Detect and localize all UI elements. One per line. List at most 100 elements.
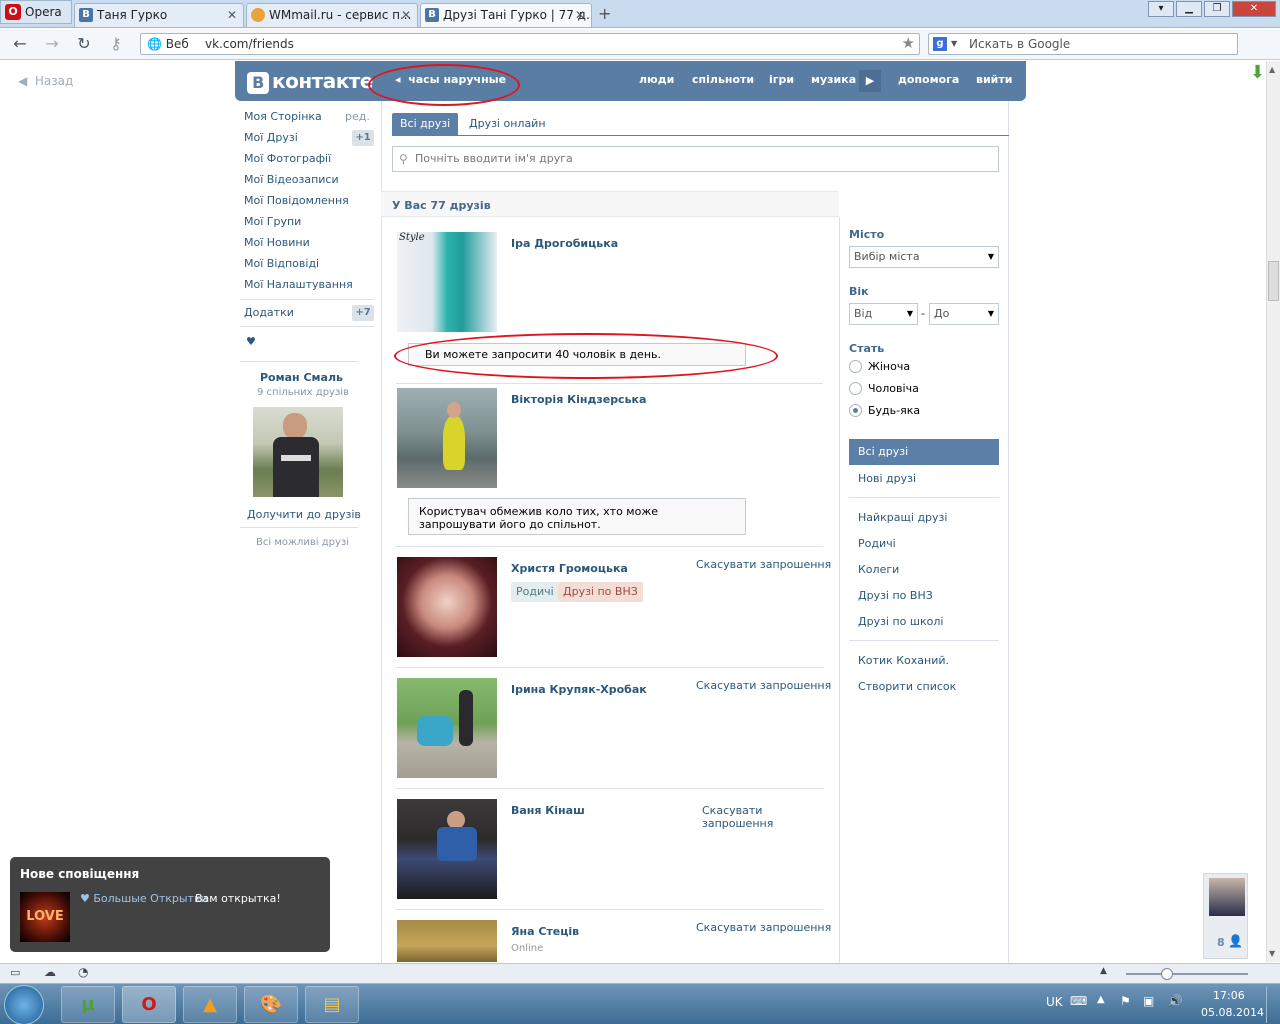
- maximize-icon[interactable]: ❐: [1204, 1, 1230, 17]
- close-tab-icon[interactable]: ✕: [575, 4, 585, 26]
- key-icon[interactable]: ⚷: [106, 35, 126, 55]
- sidebar-item-apps[interactable]: Додатки: [244, 306, 294, 319]
- cancel-invite-link[interactable]: Скасувати запрошення: [702, 804, 782, 830]
- menu-down-icon[interactable]: ▾: [1148, 1, 1174, 17]
- tab-friends[interactable]: B Друзі Тані Гурко | 77 д... ✕: [420, 3, 592, 27]
- opera-taskbar-icon[interactable]: O: [122, 986, 176, 1023]
- chat-widget[interactable]: 8 👤: [1203, 873, 1248, 959]
- sidebar-item-photos[interactable]: Мої Фотографії: [244, 152, 331, 165]
- vk-logo[interactable]: Вконтакте: [247, 69, 373, 94]
- list-colleagues[interactable]: Колеги: [858, 563, 899, 576]
- speed-dial-icon[interactable]: ◔: [78, 965, 88, 979]
- scroll-up-icon[interactable]: ▲: [1269, 65, 1275, 74]
- friend-photo[interactable]: Style: [397, 232, 497, 332]
- cancel-invite-link[interactable]: Скасувати запрошення: [696, 679, 831, 692]
- list-best-friends[interactable]: Найкращі друзі: [858, 511, 947, 524]
- add-friend-link[interactable]: Долучити до друзів: [247, 508, 361, 521]
- close-tab-icon[interactable]: ✕: [401, 4, 411, 26]
- bookmark-star-icon[interactable]: ★: [902, 34, 915, 52]
- list-relatives[interactable]: Родичі: [858, 537, 896, 550]
- friend-photo[interactable]: [397, 799, 497, 899]
- friend-name[interactable]: Ірина Крупяк-Хробак: [511, 683, 647, 696]
- nav-help[interactable]: допомога: [898, 73, 959, 86]
- zoom-slider-track[interactable]: [1126, 973, 1248, 975]
- language-indicator[interactable]: UK: [1046, 995, 1063, 1009]
- new-tab-icon[interactable]: +: [598, 4, 611, 23]
- sidebar-item-videos[interactable]: Мої Відеозаписи: [244, 173, 339, 186]
- flag-icon[interactable]: ⚑: [1120, 994, 1131, 1008]
- apps-count-badge[interactable]: +7: [352, 305, 374, 321]
- radio-male[interactable]: Чоловіча: [849, 382, 919, 395]
- friend-name[interactable]: Христя Громоцька: [511, 562, 628, 575]
- forward-arrow-icon[interactable]: →: [42, 35, 62, 55]
- cloud-icon[interactable]: ☁: [44, 965, 56, 979]
- show-desktop-button[interactable]: [1266, 986, 1278, 1023]
- heart-icon[interactable]: ♥: [246, 335, 256, 348]
- address-bar[interactable]: 🌐 Веб vk.com/friends ★: [140, 33, 920, 55]
- tab-tanya[interactable]: B Таня Гурко ✕: [74, 3, 244, 27]
- sidebar-item-my-page[interactable]: Моя Сторінка: [244, 110, 322, 123]
- play-icon[interactable]: ▶: [859, 70, 881, 92]
- nav-people[interactable]: люди: [639, 73, 674, 86]
- volume-icon[interactable]: 🔊: [1168, 994, 1183, 1008]
- clock-date[interactable]: 05.08.2014: [1201, 1006, 1264, 1019]
- age-from-select[interactable]: Від ▼: [849, 303, 918, 325]
- scroll-down-icon[interactable]: ▼: [1269, 949, 1275, 958]
- panel-toggle-icon[interactable]: ▭: [10, 966, 20, 979]
- radio-any[interactable]: Будь-яка: [849, 404, 920, 417]
- suggest-name[interactable]: Роман Смаль: [260, 371, 343, 384]
- create-list-link[interactable]: Створити список: [858, 680, 956, 693]
- explorer-taskbar-icon[interactable]: ▤: [305, 986, 359, 1023]
- tab-wmmail[interactable]: WMmail.ru - сервис п... ✕: [246, 3, 418, 27]
- google-search-input[interactable]: g ▼ Искать в Google: [928, 33, 1238, 55]
- notification-source[interactable]: ♥ Большые Открытки: [80, 892, 208, 905]
- friends-count-badge[interactable]: +1: [352, 130, 374, 146]
- sidebar-item-news[interactable]: Мої Новини: [244, 236, 310, 249]
- edit-link[interactable]: ред.: [345, 110, 370, 123]
- sidebar-item-friends[interactable]: Мої Друзі: [244, 131, 298, 144]
- radio-circle[interactable]: [849, 404, 862, 417]
- friend-photo[interactable]: [397, 678, 497, 778]
- close-tab-icon[interactable]: ✕: [227, 4, 237, 26]
- tray-expand-icon[interactable]: ▲: [1097, 994, 1105, 1005]
- sidebar-item-groups[interactable]: Мої Групи: [244, 215, 301, 228]
- suggest-avatar[interactable]: [253, 407, 343, 497]
- nav-communities[interactable]: спільноти: [692, 73, 754, 86]
- tag-university[interactable]: Друзі по ВНЗ: [558, 582, 643, 602]
- radio-female[interactable]: Жіноча: [849, 360, 910, 373]
- sidebar-item-settings[interactable]: Мої Налаштування: [244, 278, 353, 291]
- nav-games[interactable]: ігри: [769, 73, 794, 86]
- keyboard-icon[interactable]: ⌨: [1070, 994, 1087, 1008]
- back-arrow-icon[interactable]: ←: [10, 35, 30, 55]
- friend-name[interactable]: Ваня Кінаш: [511, 804, 585, 817]
- list-custom[interactable]: Котик Коханий.: [858, 654, 949, 667]
- age-to-select[interactable]: До ▼: [929, 303, 999, 325]
- notification-thumbnail[interactable]: LOVE: [20, 892, 70, 942]
- reload-icon[interactable]: ↻: [74, 35, 94, 55]
- list-all-friends[interactable]: Всі друзі: [849, 439, 999, 465]
- minimize-icon[interactable]: ▁: [1176, 1, 1202, 17]
- close-window-icon[interactable]: ✕: [1232, 1, 1276, 17]
- friend-photo[interactable]: [397, 557, 497, 657]
- all-possible-friends-link[interactable]: Всі можливі друзі: [256, 537, 349, 548]
- sidebar-item-answers[interactable]: Мої Відповіді: [244, 257, 319, 270]
- paint-taskbar-icon[interactable]: 🎨: [244, 986, 298, 1023]
- friend-name[interactable]: Іра Дрогобицька: [511, 237, 618, 250]
- page-scrollbar[interactable]: ▲ ▼: [1266, 61, 1280, 962]
- address-url[interactable]: vk.com/friends: [205, 37, 294, 51]
- list-new-friends[interactable]: Нові друзі: [858, 472, 916, 485]
- friend-photo[interactable]: [397, 388, 497, 488]
- opera-menu-button[interactable]: O Opera: [0, 0, 72, 24]
- friend-name[interactable]: Вікторія Кіндзерська: [511, 393, 646, 406]
- tab-online-friends[interactable]: Друзі онлайн: [461, 113, 554, 135]
- nav-music[interactable]: музика: [811, 73, 856, 86]
- tab-all-friends[interactable]: Всі друзі: [392, 113, 459, 135]
- sidebar-item-messages[interactable]: Мої Повідомлення: [244, 194, 349, 207]
- cancel-invite-link[interactable]: Скасувати запрошення: [696, 921, 831, 934]
- network-icon[interactable]: ▣: [1143, 994, 1154, 1008]
- friend-name[interactable]: Яна Стецiв: [511, 925, 579, 938]
- view-toggle-icon[interactable]: ▲: [1100, 966, 1107, 976]
- friend-search-input[interactable]: ⚲ Почніть вводити ім'я друга: [392, 146, 999, 172]
- list-school[interactable]: Друзі по школі: [858, 615, 943, 628]
- clock-time[interactable]: 17:06: [1213, 989, 1245, 1002]
